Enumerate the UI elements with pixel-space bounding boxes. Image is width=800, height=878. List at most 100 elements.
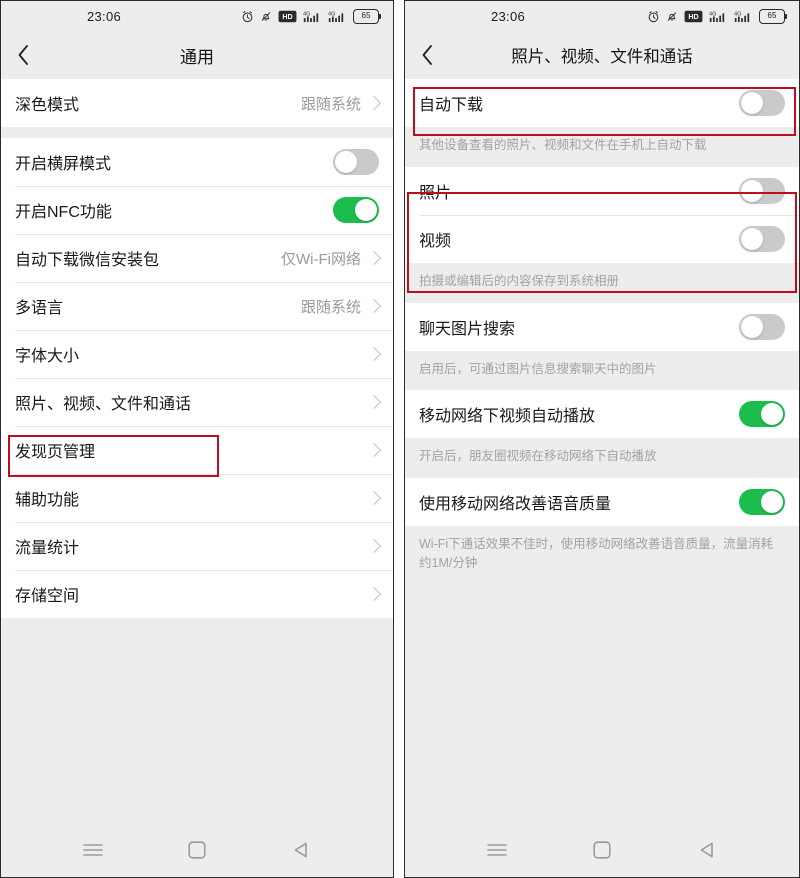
- settings-row-multilanguage[interactable]: 多语言 跟随系统: [1, 282, 393, 330]
- toggle-knob: [761, 491, 783, 513]
- row-label: 自动下载: [419, 97, 484, 114]
- chevron-right-icon: [366, 346, 382, 362]
- settings-row-discover-management[interactable]: 发现页管理: [1, 426, 393, 474]
- settings-row-auto-download[interactable]: 自动下载: [405, 79, 799, 127]
- row-value: 仅Wi-Fi网络: [281, 250, 361, 268]
- settings-row-landscape-mode[interactable]: 开启横屏模式: [1, 138, 393, 186]
- row-label: 视频: [419, 232, 452, 250]
- screenshot-stage: 23:06 HD 4G 4G 65 通用 深色模式 跟随系统 开启横屏模式 开启…: [0, 0, 800, 878]
- row-value: 跟随系统: [300, 298, 361, 316]
- recents-button[interactable]: [73, 830, 113, 870]
- toggle-photos[interactable]: [739, 177, 785, 204]
- toggle-knob: [741, 92, 763, 114]
- right-navbar: 照片、视频、文件和通话: [405, 31, 799, 79]
- square-icon: [188, 841, 206, 859]
- battery-icon: 65: [353, 8, 381, 24]
- toggle-auto-download[interactable]: [739, 90, 785, 116]
- row-right: [739, 313, 785, 340]
- chevron-left-icon: [422, 45, 432, 65]
- battery-icon: 65: [759, 8, 787, 24]
- settings-row-chat-image-search[interactable]: 聊天图片搜索: [405, 302, 799, 351]
- right-phone-screen: 23:06 HD 4G 4G 65 照片、视频、文件和通话 自动下载 其他设备查…: [404, 0, 800, 878]
- svg-text:4G: 4G: [328, 11, 335, 17]
- row-right: [739, 489, 785, 515]
- row-label: 自动下载微信安装包: [15, 252, 160, 269]
- chevron-right-icon: [366, 442, 382, 458]
- section-auto-download: 自动下载: [405, 79, 799, 127]
- bell-muted-icon: [260, 10, 272, 23]
- back-button[interactable]: [281, 830, 321, 870]
- triangle-left-icon: [700, 842, 713, 858]
- toggle-landscape-mode[interactable]: [333, 149, 379, 175]
- settings-row-photos[interactable]: 照片: [405, 166, 799, 215]
- chevron-right-icon: [366, 538, 382, 554]
- status-icons: HD 4G 4G 65: [241, 8, 381, 24]
- chevron-right-icon: [366, 586, 382, 602]
- settings-row-videos[interactable]: 视频: [405, 214, 799, 263]
- recents-button[interactable]: [477, 830, 517, 870]
- settings-row-auto-download-package[interactable]: 自动下载微信安装包 仅Wi-Fi网络: [1, 234, 393, 282]
- toggle-voice-quality[interactable]: [739, 489, 785, 515]
- row-label: 照片: [419, 184, 452, 202]
- android-nav-bar-right: [405, 823, 799, 877]
- back-button-right[interactable]: [405, 31, 449, 79]
- hd-icon: HD: [684, 10, 703, 23]
- row-label: 流量统计: [15, 540, 80, 557]
- svg-text:HD: HD: [688, 13, 698, 21]
- chevron-right-icon: [366, 250, 382, 266]
- left-settings-list: 深色模式 跟随系统 开启横屏模式 开启NFC功能 自动下载微信安装包 仅Wi-F…: [1, 79, 393, 823]
- row-right: [333, 149, 379, 175]
- settings-row-dark-mode[interactable]: 深色模式 跟随系统: [1, 79, 393, 127]
- chevron-right-icon: [366, 394, 382, 410]
- square-icon: [593, 841, 611, 859]
- toggle-videos[interactable]: [739, 225, 785, 252]
- row-label: 存储空间: [15, 588, 80, 605]
- home-button[interactable]: [177, 830, 217, 870]
- chevron-right-icon: [366, 490, 382, 506]
- row-right: [366, 442, 382, 458]
- row-label: 照片、视频、文件和通话: [15, 396, 192, 413]
- row-label: 发现页管理: [15, 444, 96, 461]
- chevron-right-icon: [366, 298, 382, 314]
- settings-row-nfc[interactable]: 开启NFC功能: [1, 186, 393, 234]
- status-time: 23:06: [87, 8, 122, 24]
- battery-level: 65: [361, 11, 371, 20]
- toggle-knob: [741, 227, 763, 250]
- settings-row-accessibility[interactable]: 辅助功能: [1, 474, 393, 522]
- battery-level: 65: [767, 11, 777, 20]
- svg-text:HD: HD: [282, 13, 292, 21]
- row-right: [366, 490, 382, 506]
- settings-row-font-size[interactable]: 字体大小: [1, 330, 393, 378]
- alarm-icon: [241, 10, 254, 23]
- alarm-icon: [647, 10, 660, 23]
- row-label: 聊天图片搜索: [419, 320, 516, 338]
- settings-row-data-usage[interactable]: 流量统计: [1, 522, 393, 570]
- section-voice-quality: 使用移动网络改善语音质量: [405, 478, 799, 526]
- row-label: 深色模式: [15, 97, 80, 114]
- toggle-video-autoplay[interactable]: [739, 401, 785, 428]
- row-right: 跟随系统: [301, 93, 382, 114]
- row-right: [333, 197, 379, 223]
- section-chat-image-search: 聊天图片搜索: [405, 302, 799, 351]
- settings-row-voice-quality[interactable]: 使用移动网络改善语音质量: [405, 478, 799, 526]
- row-right: [366, 538, 382, 554]
- signal-1-icon: 4G: [709, 10, 728, 23]
- settings-row-storage[interactable]: 存储空间: [1, 570, 393, 618]
- back-button-left[interactable]: [1, 31, 45, 79]
- back-button[interactable]: [687, 830, 727, 870]
- row-label: 开启NFC功能: [15, 204, 112, 221]
- settings-row-photos-videos-files-calls[interactable]: 照片、视频、文件和通话: [1, 378, 393, 426]
- row-label: 使用移动网络改善语音质量: [419, 496, 612, 513]
- section-video-autoplay: 移动网络下视频自动播放: [405, 390, 799, 439]
- toggle-nfc[interactable]: [333, 197, 379, 223]
- toggle-knob: [355, 199, 377, 221]
- note-voice-quality: Wi-Fi下通话效果不佳时，使用移动网络改善语音质量，流量消耗约1M/分钟: [405, 526, 799, 587]
- row-right: [366, 586, 382, 602]
- section-divider: [1, 127, 393, 138]
- home-button[interactable]: [582, 830, 622, 870]
- hd-icon: HD: [278, 10, 297, 23]
- row-label: 辅助功能: [15, 492, 80, 509]
- settings-row-video-autoplay[interactable]: 移动网络下视频自动播放: [405, 390, 799, 439]
- toggle-knob: [761, 403, 783, 426]
- toggle-chat-image-search[interactable]: [739, 313, 785, 340]
